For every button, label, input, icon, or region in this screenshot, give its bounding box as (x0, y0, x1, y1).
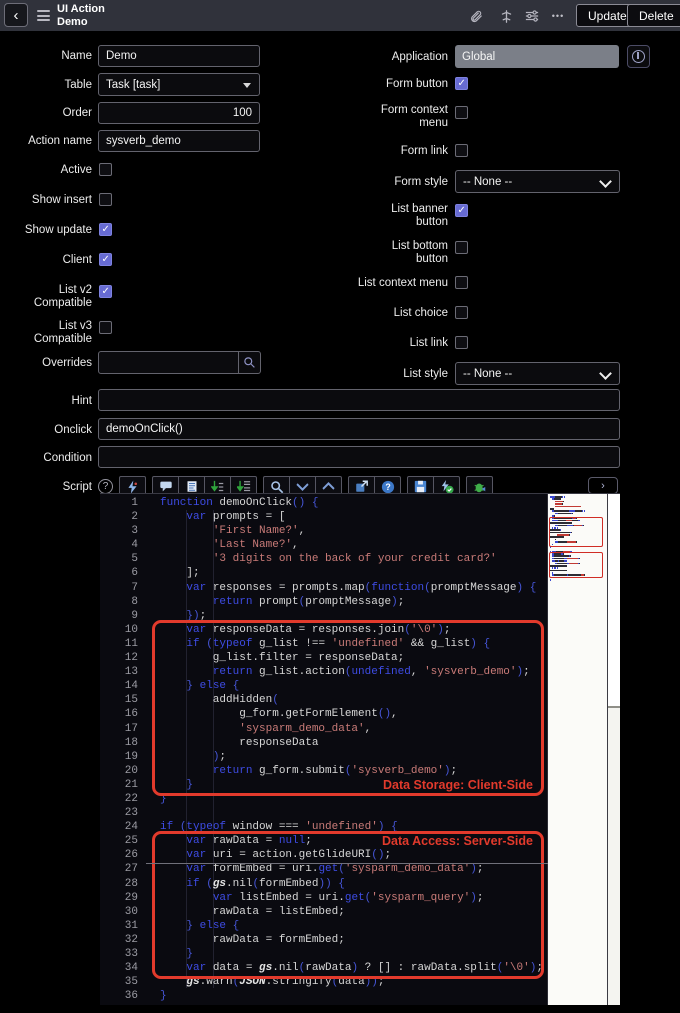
code-area[interactable]: function demoOnClick() { var prompts = [… (146, 494, 548, 1005)
form-style-select[interactable]: -- None -- (455, 170, 620, 193)
hint-input[interactable] (98, 389, 620, 411)
minimap-annotation-box (549, 516, 603, 548)
show-insert-label: Show insert (31, 194, 92, 206)
show-update-label: Show update (24, 224, 92, 236)
list-context-menu-checkbox[interactable] (455, 276, 468, 289)
ui-action-form: ‹ UI ActionDemo ••• Update Delete Name T… (0, 0, 680, 1013)
chevron-down-icon (599, 175, 612, 188)
active-checkbox[interactable] (99, 163, 112, 176)
delete-button[interactable]: Delete (627, 4, 680, 27)
form-style-label: Form style (394, 176, 448, 188)
onclick-label: Onclick (54, 424, 92, 436)
script-label: Script (62, 481, 92, 493)
client-label: Client (62, 254, 92, 266)
caret-down-icon (243, 83, 251, 88)
list-bottom-button-label: List bottom button (391, 240, 448, 265)
table-label: Table (64, 79, 93, 91)
editor-expand-button[interactable]: › (588, 477, 618, 494)
application-info-button[interactable] (627, 45, 650, 68)
back-button[interactable]: ‹ (4, 3, 28, 27)
form-link-label: Form link (400, 145, 448, 157)
attachment-icon[interactable] (468, 8, 484, 24)
back-icon: ‹ (13, 6, 19, 24)
overrides-input[interactable] (98, 351, 239, 374)
form-link-checkbox[interactable] (455, 144, 468, 157)
script-editor[interactable]: 1 2 3 4 5 6 7 8 9 10 11 12 13 14 15 16 17 18 19 20 21 22 23 24 2… (100, 493, 620, 1005)
list-banner-button-label: List banner button (391, 203, 448, 228)
svg-text:?: ? (385, 482, 390, 492)
application-input (455, 45, 619, 68)
client-checkbox[interactable] (99, 253, 112, 266)
list-context-menu-label: List context menu (357, 277, 448, 289)
name-label: Name (61, 50, 92, 62)
page-title: UI Action Demo (57, 3, 105, 28)
list-v2-compatible-label: List v2 Compatible (33, 284, 92, 309)
action-name-label: Action name (28, 135, 92, 147)
list-v3-compatible-label: List v3 Compatible (33, 320, 92, 345)
line-number-gutter: 1 2 3 4 5 6 7 8 9 10 11 12 13 14 15 16 17 18 19 20 21 22 23 24 2… (124, 497, 138, 1003)
more-icon[interactable]: ••• (550, 8, 566, 24)
list-v3-compatible-checkbox[interactable] (99, 321, 112, 334)
show-insert-checkbox[interactable] (99, 193, 112, 206)
name-input[interactable] (98, 45, 260, 67)
list-choice-checkbox[interactable] (455, 306, 468, 319)
active-line-indicator (146, 862, 548, 864)
overrides-label: Overrides (42, 357, 92, 369)
search-icon (244, 357, 255, 368)
list-link-label: List link (409, 337, 448, 349)
editor-minimap[interactable] (547, 494, 607, 1005)
list-banner-button-checkbox[interactable] (455, 204, 468, 217)
action-name-input[interactable] (98, 130, 260, 152)
editor-scrollbar[interactable] (607, 494, 620, 1005)
list-bottom-button-checkbox[interactable] (455, 241, 468, 254)
application-label: Application (391, 51, 448, 63)
list-v2-compatible-checkbox[interactable] (99, 285, 112, 298)
list-style-select[interactable]: -- None -- (455, 362, 620, 385)
form-context-menu-label: Form context menu (380, 104, 448, 129)
personalize-icon[interactable] (498, 8, 514, 24)
chevron-right-icon: › (601, 479, 605, 492)
show-update-checkbox[interactable] (99, 223, 112, 236)
form-button-checkbox[interactable] (455, 77, 468, 90)
form-button-label: Form button (386, 78, 448, 90)
filter-icon[interactable] (524, 8, 540, 24)
list-link-checkbox[interactable] (455, 336, 468, 349)
active-label: Active (60, 164, 92, 176)
menu-icon[interactable] (37, 10, 50, 24)
form-context-menu-checkbox[interactable] (455, 106, 468, 119)
condition-input[interactable] (98, 446, 620, 468)
info-icon (632, 50, 645, 63)
onclick-input[interactable] (98, 418, 620, 440)
list-style-label: List style (403, 368, 448, 380)
condition-label: Condition (43, 452, 92, 464)
list-choice-label: List choice (393, 307, 448, 319)
order-label: Order (62, 107, 92, 119)
scrollbar-thumb[interactable] (608, 494, 620, 708)
help-icon[interactable]: ? (98, 479, 113, 494)
overrides-lookup-button[interactable] (238, 351, 261, 374)
header-bar: ‹ UI Action Demo ••• Update Delete (0, 0, 680, 31)
table-select[interactable]: Task [task] (98, 73, 260, 96)
order-input[interactable] (98, 102, 260, 124)
hint-label: Hint (71, 395, 92, 407)
minimap-annotation-box (549, 552, 603, 579)
chevron-down-icon (599, 367, 612, 380)
